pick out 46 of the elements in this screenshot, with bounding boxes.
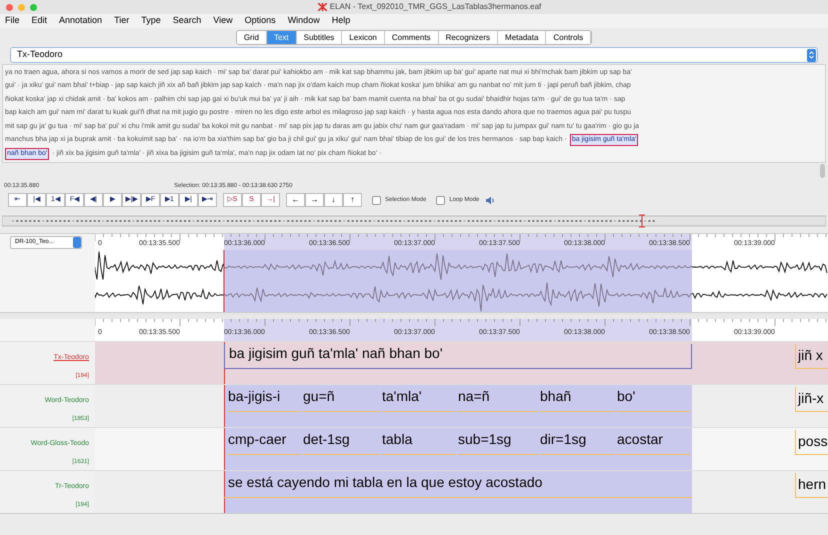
navigation-button[interactable]: ←: [286, 193, 305, 207]
scrollbar-thumb[interactable]: [820, 164, 825, 178]
panel-splitter[interactable]: [0, 313, 828, 319]
speaker-icon[interactable]: [485, 196, 496, 204]
annotation[interactable]: det-1sg: [303, 430, 380, 455]
navigation-button[interactable]: ↑: [343, 193, 362, 207]
navigation-button[interactable]: ↓: [324, 193, 343, 207]
annotation[interactable]: se está cayendo mi tabla en la que estoy acostado: [224, 473, 692, 498]
dropdown-arrows-icon: [807, 48, 816, 62]
annotation[interactable]: ta'mla': [382, 387, 456, 412]
annotation[interactable]: hern: [795, 473, 828, 498]
menu-item[interactable]: Options: [244, 14, 276, 28]
menu-item[interactable]: Help: [332, 14, 350, 28]
annotation[interactable]: poss: [795, 430, 828, 455]
minimize-icon[interactable]: [18, 4, 25, 10]
close-icon[interactable]: [6, 4, 13, 10]
menu-item[interactable]: Annotation: [59, 14, 102, 28]
menu-item[interactable]: Window: [288, 14, 320, 28]
horizontal-scrollbar[interactable]: [0, 513, 828, 523]
menu-item[interactable]: Type: [141, 14, 161, 28]
dropdown-arrows-icon: [73, 237, 81, 248]
annotation[interactable]: tabla: [382, 430, 456, 455]
view-tab[interactable]: Grid: [236, 30, 267, 44]
annotation[interactable]: bo': [617, 387, 690, 412]
menu-item[interactable]: View: [213, 14, 233, 28]
annotation[interactable]: sub=1sg: [458, 430, 538, 455]
menu-item[interactable]: File: [5, 14, 20, 28]
checkbox[interactable]: [436, 196, 446, 204]
annotation[interactable]: na=ñ: [458, 387, 538, 412]
annotation[interactable]: ba-jigis-i: [228, 387, 301, 412]
menu-item[interactable]: Search: [172, 14, 202, 28]
annotation[interactable]: jiñ x: [795, 344, 828, 369]
navigation-button[interactable]: →: [305, 193, 324, 207]
annotation[interactable]: gu=ñ: [303, 387, 380, 412]
maximize-icon[interactable]: [30, 4, 37, 10]
menu-item[interactable]: Tier: [114, 14, 130, 28]
menu-item[interactable]: Edit: [32, 14, 48, 28]
annotation[interactable]: acostar: [617, 430, 690, 455]
window-title: ELAN - Text_092010_TMR_GGS_LasTablas3hermanos.eaf: [330, 1, 542, 13]
checkbox[interactable]: [372, 196, 381, 204]
annotation[interactable]: jiñ-x: [795, 387, 828, 412]
annotation[interactable]: bhañ: [540, 387, 615, 412]
annotation[interactable]: cmp-caer: [228, 430, 301, 455]
app-logo-icon: [318, 3, 327, 11]
annotation[interactable]: dir=1sg: [540, 430, 615, 455]
tier-dropdown[interactable]: Tx-Teodoro: [10, 47, 818, 63]
